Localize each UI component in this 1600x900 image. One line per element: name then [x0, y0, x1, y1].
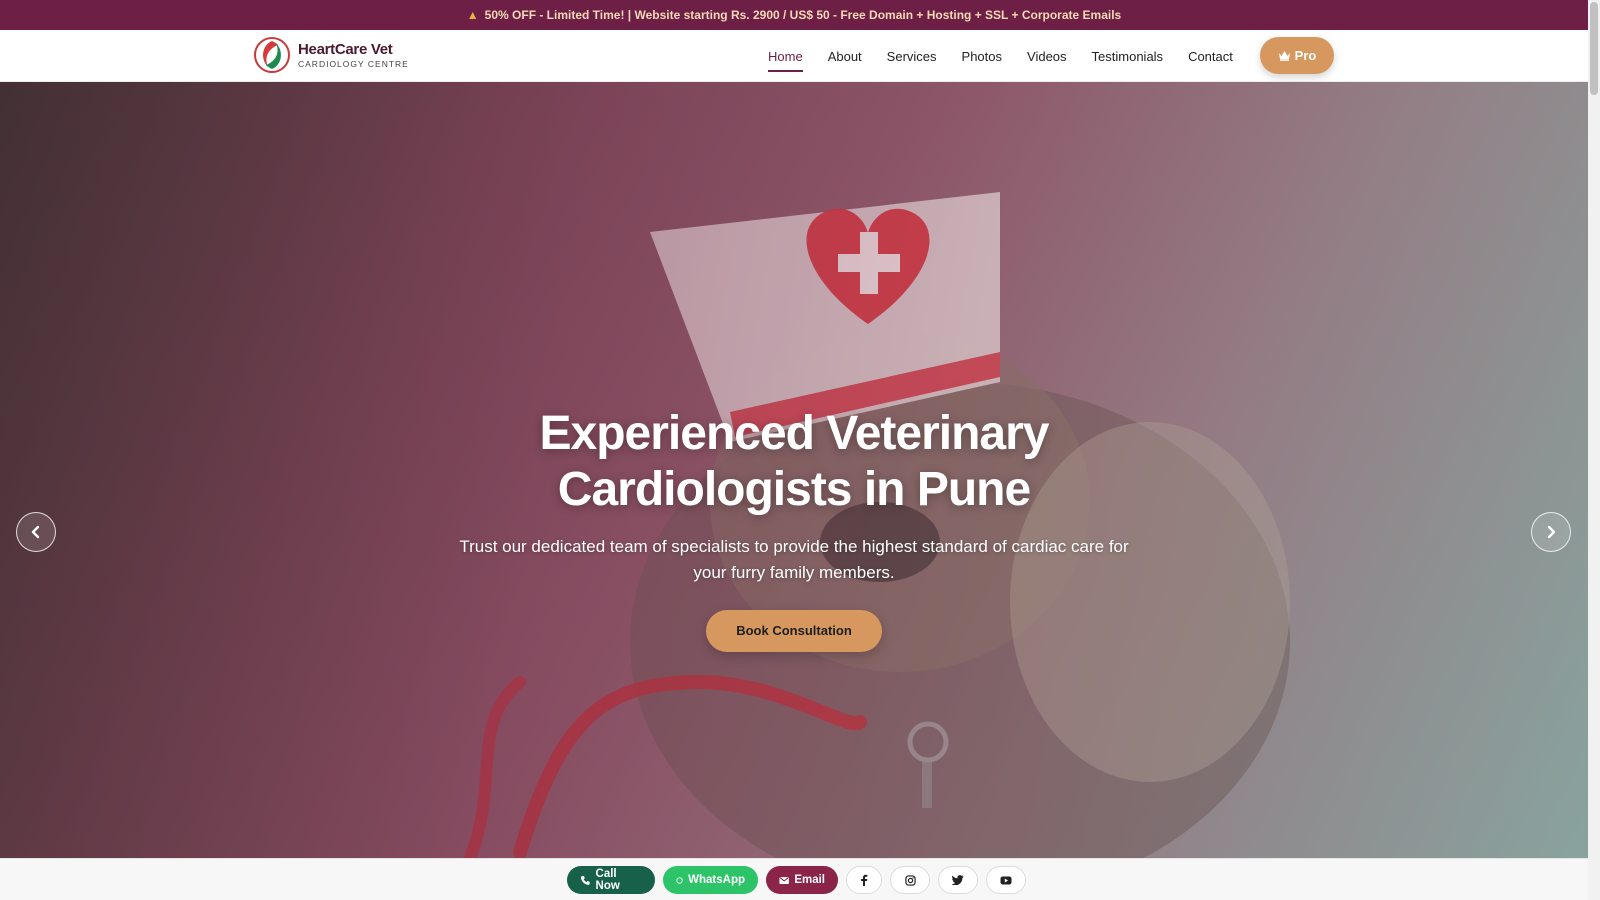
- chevron-right-icon: [1547, 525, 1556, 539]
- whatsapp-icon: [676, 876, 683, 884]
- hero-slider: Experienced Veterinary Cardiologists in …: [0, 82, 1588, 858]
- pro-button[interactable]: Pro: [1260, 37, 1334, 74]
- crown-icon: [1278, 51, 1290, 61]
- nav-home[interactable]: Home: [768, 49, 803, 72]
- slider-prev-button[interactable]: [16, 512, 56, 552]
- hero-title: Experienced Veterinary Cardiologists in …: [0, 406, 1588, 518]
- book-consultation-button[interactable]: Book Consultation: [706, 610, 882, 652]
- nav-services[interactable]: Services: [887, 49, 937, 64]
- instagram-button[interactable]: [890, 866, 930, 894]
- chevron-left-icon: [31, 525, 40, 539]
- twitter-icon: [952, 875, 964, 885]
- main-nav: Home About Services Photos Videos Testim…: [768, 30, 1258, 82]
- whatsapp-button[interactable]: WhatsApp: [663, 866, 758, 894]
- promo-text: 50% OFF - Limited Time! | Website starti…: [484, 8, 1122, 22]
- hero-subtitle: Trust our dedicated team of specialists …: [459, 537, 1129, 582]
- phone-icon: [580, 875, 590, 885]
- party-popper-icon: ▲: [466, 8, 479, 22]
- slider-next-button[interactable]: [1531, 512, 1571, 552]
- twitter-button[interactable]: [938, 866, 978, 894]
- youtube-icon: [1000, 876, 1012, 884]
- brand-tagline: CARDIOLOGY CENTRE: [298, 58, 409, 69]
- site-header: HeartCare Vet CARDIOLOGY CENTRE Home Abo…: [0, 30, 1588, 82]
- hero-title-line2: Cardiologists in Pune: [557, 463, 1031, 516]
- nav-photos[interactable]: Photos: [962, 49, 1002, 64]
- contact-bar: Call Now WhatsApp Email: [0, 858, 1588, 900]
- nav-about[interactable]: About: [828, 49, 862, 64]
- whatsapp-label: WhatsApp: [688, 874, 745, 886]
- facebook-icon: [861, 874, 868, 886]
- heart-leaf-logo-icon: [254, 37, 290, 73]
- promo-banner: ▲ 50% OFF - Limited Time! | Website star…: [0, 0, 1588, 30]
- brand-name: HeartCare Vet: [298, 40, 393, 58]
- page-scrollbar[interactable]: [1588, 0, 1600, 900]
- nav-testimonials[interactable]: Testimonials: [1092, 49, 1164, 64]
- nav-contact[interactable]: Contact: [1188, 49, 1233, 64]
- pro-label: Pro: [1294, 48, 1317, 63]
- email-label: Email: [794, 874, 825, 886]
- call-now-button[interactable]: Call Now: [567, 866, 655, 894]
- hero-title-line1: Experienced Veterinary: [539, 407, 1050, 460]
- instagram-icon: [904, 874, 916, 886]
- email-button[interactable]: Email: [766, 866, 838, 894]
- nav-videos[interactable]: Videos: [1027, 49, 1067, 64]
- youtube-button[interactable]: [986, 866, 1026, 894]
- call-now-label: Call Now: [595, 868, 620, 892]
- facebook-button[interactable]: [846, 866, 882, 894]
- scrollbar-thumb[interactable]: [1590, 2, 1598, 95]
- hero-content: Experienced Veterinary Cardiologists in …: [0, 406, 1588, 652]
- envelope-icon: [779, 876, 789, 884]
- brand-logo[interactable]: HeartCare Vet CARDIOLOGY CENTRE: [254, 37, 409, 73]
